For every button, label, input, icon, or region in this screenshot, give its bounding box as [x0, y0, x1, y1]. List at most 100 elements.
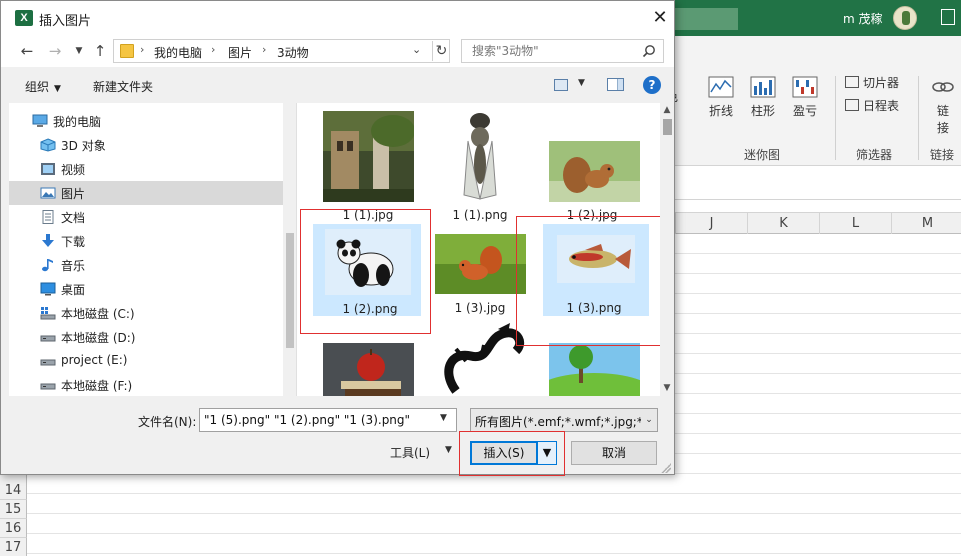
tree-item-drive-e[interactable]: project (E:) [9, 349, 283, 373]
excel-user-name[interactable]: m 茂稼 [843, 10, 883, 27]
filetype-select[interactable]: 所有图片(*.emf;*.wmf;*.jpg;*.jpeg;*.png;*.bm… [470, 408, 658, 432]
recent-locations-chevron-icon[interactable]: ▼ [70, 42, 88, 60]
dialog-title: 插入图片 [39, 14, 92, 29]
sparkline-line-label: 折线 [708, 104, 733, 118]
tree-item-drive-d[interactable]: 本地磁盘 (D:) [9, 325, 283, 349]
search-icon[interactable] [642, 44, 656, 58]
ribbon-separator [918, 76, 919, 160]
tree-label: 本地磁盘 (D:) [61, 331, 136, 345]
breadcrumb-pictures[interactable]: 图片 [228, 44, 252, 61]
change-view-icon[interactable] [554, 79, 568, 91]
filetype-dropdown-icon[interactable]: ⌄ [641, 409, 657, 431]
3d-objects-icon [40, 138, 56, 152]
column-header-k[interactable]: K [747, 213, 819, 234]
row-header-15[interactable]: 15 [0, 500, 27, 519]
filename-label: 文件名(N): [138, 415, 197, 429]
help-icon[interactable]: ? [643, 76, 661, 94]
breadcrumb-separator-icon[interactable]: › [262, 43, 266, 56]
grid-line [27, 513, 961, 514]
link-button[interactable]: 链 接 [924, 76, 961, 136]
win-loss-icon [792, 76, 818, 98]
tree-item-downloads[interactable]: 下载 [9, 229, 283, 253]
pictures-icon [40, 187, 56, 199]
navigation-bar: ← → ▼ ↑ › 我的电脑 › 图片 › 3动物 ⌄ ↻ [1, 35, 674, 67]
user-avatar[interactable] [893, 6, 917, 30]
breadcrumb-separator-icon[interactable]: › [140, 43, 144, 56]
filename-field[interactable]: ▼ [199, 408, 457, 432]
desktop-icon [40, 282, 56, 296]
tree-label: 桌面 [61, 283, 86, 297]
search-box[interactable] [461, 39, 664, 63]
column-header-m[interactable]: M [891, 213, 961, 234]
command-bar: 组织 ▼ 新建文件夹 ▼ ? [1, 67, 674, 103]
resize-grip-icon[interactable] [661, 463, 671, 473]
drive-icon [40, 383, 56, 390]
link-label-2: 接 [936, 121, 949, 135]
window-restore-icon[interactable] [941, 9, 955, 25]
filename-dropdown-icon[interactable]: ▼ [440, 413, 447, 423]
scroll-down-icon[interactable]: ▼ [660, 381, 674, 395]
breadcrumb-separator-icon[interactable]: › [211, 43, 215, 56]
address-dropdown-icon[interactable]: ⌄ [412, 43, 421, 56]
tree-item-drive-f[interactable]: 本地磁盘 (F:) [9, 373, 283, 396]
row-header-14[interactable]: 14 [0, 481, 27, 500]
timeline-button[interactable]: 日程表 [845, 97, 899, 114]
close-icon[interactable]: ✕ [649, 7, 671, 29]
tree-item-desktop[interactable]: 桌面 [9, 277, 283, 301]
file-list-scrollbar[interactable]: ▲ ▼ [660, 103, 674, 396]
tree-scrollbar[interactable] [283, 103, 296, 396]
cancel-button[interactable]: 取消 [571, 441, 657, 465]
excel-search-box[interactable] [668, 8, 738, 30]
view-options-chevron-icon[interactable]: ▼ [578, 78, 585, 88]
tree-item-my-computer[interactable]: 我的电脑 [9, 109, 283, 133]
breadcrumb-animals[interactable]: 3动物 [277, 44, 309, 61]
tree-label: 图片 [61, 187, 86, 201]
new-folder-button[interactable]: 新建文件夹 [93, 78, 153, 95]
address-bar[interactable]: › 我的电脑 › 图片 › 3动物 ⌄ ↻ [113, 39, 450, 63]
row-header-16[interactable]: 16 [0, 519, 27, 538]
forward-arrow-icon[interactable]: → [46, 42, 64, 60]
filename-input[interactable] [201, 410, 437, 430]
tree-label: 文档 [61, 211, 86, 225]
tree-item-music[interactable]: 音乐 [9, 253, 283, 277]
tools-dropdown-icon[interactable]: ▼ [445, 445, 452, 455]
tree-label: 下载 [61, 235, 86, 249]
column-chart-icon [750, 76, 776, 98]
tree-item-documents[interactable]: 文档 [9, 205, 283, 229]
tree-item-pictures[interactable]: 图片 [9, 181, 283, 205]
scroll-up-icon[interactable]: ▲ [660, 103, 674, 117]
tree-scrollbar-thumb[interactable] [286, 233, 294, 348]
preview-pane-icon[interactable] [607, 78, 624, 91]
refresh-icon[interactable]: ↻ [432, 41, 450, 61]
column-header-l[interactable]: L [819, 213, 891, 234]
slicer-button[interactable]: 切片器 [845, 74, 899, 91]
tree-item-drive-c[interactable]: 本地磁盘 (C:) [9, 301, 283, 325]
grid-line [27, 553, 961, 554]
file-list-scrollbar-thumb[interactable] [663, 119, 672, 135]
navigation-tree: 我的电脑 3D 对象 视频 图片 文档 下载 音乐 桌面 本地磁盘 (C:) 本… [9, 103, 297, 396]
ribbon-separator [835, 76, 836, 160]
organize-label: 组织 [25, 80, 50, 94]
back-arrow-icon[interactable]: ← [18, 42, 36, 60]
tree-item-videos[interactable]: 视频 [9, 157, 283, 181]
insert-picture-dialog: X 插入图片 ✕ ← → ▼ ↑ › 我的电脑 › 图片 › 3动物 ⌄ ↻ 搜… [0, 0, 675, 476]
dialog-title-bar[interactable]: X 插入图片 ✕ [1, 1, 674, 35]
link-label-1: 链 [936, 104, 949, 118]
music-icon [42, 259, 53, 272]
column-header-j[interactable]: J [675, 213, 747, 234]
organize-button[interactable]: 组织 ▼ [25, 78, 61, 95]
breadcrumb-my-computer[interactable]: 我的电脑 [154, 44, 202, 61]
up-arrow-icon[interactable]: ↑ [91, 42, 109, 60]
search-input[interactable] [463, 41, 639, 61]
tools-button[interactable]: 工具(L) [390, 444, 430, 461]
row-header-17[interactable]: 17 [0, 538, 27, 556]
sparkline-column-label: 柱形 [750, 104, 775, 118]
download-icon [42, 234, 54, 247]
tree-item-3d-objects[interactable]: 3D 对象 [9, 133, 283, 157]
computer-icon [32, 114, 48, 127]
group-sparklines: 迷你图 [744, 148, 781, 162]
sparkline-line-button[interactable]: 折线 [701, 76, 741, 119]
sparkline-winloss-button[interactable]: 盈亏 [785, 76, 825, 119]
slicer-label: 切片器 [863, 76, 900, 90]
sparkline-column-button[interactable]: 柱形 [743, 76, 783, 119]
